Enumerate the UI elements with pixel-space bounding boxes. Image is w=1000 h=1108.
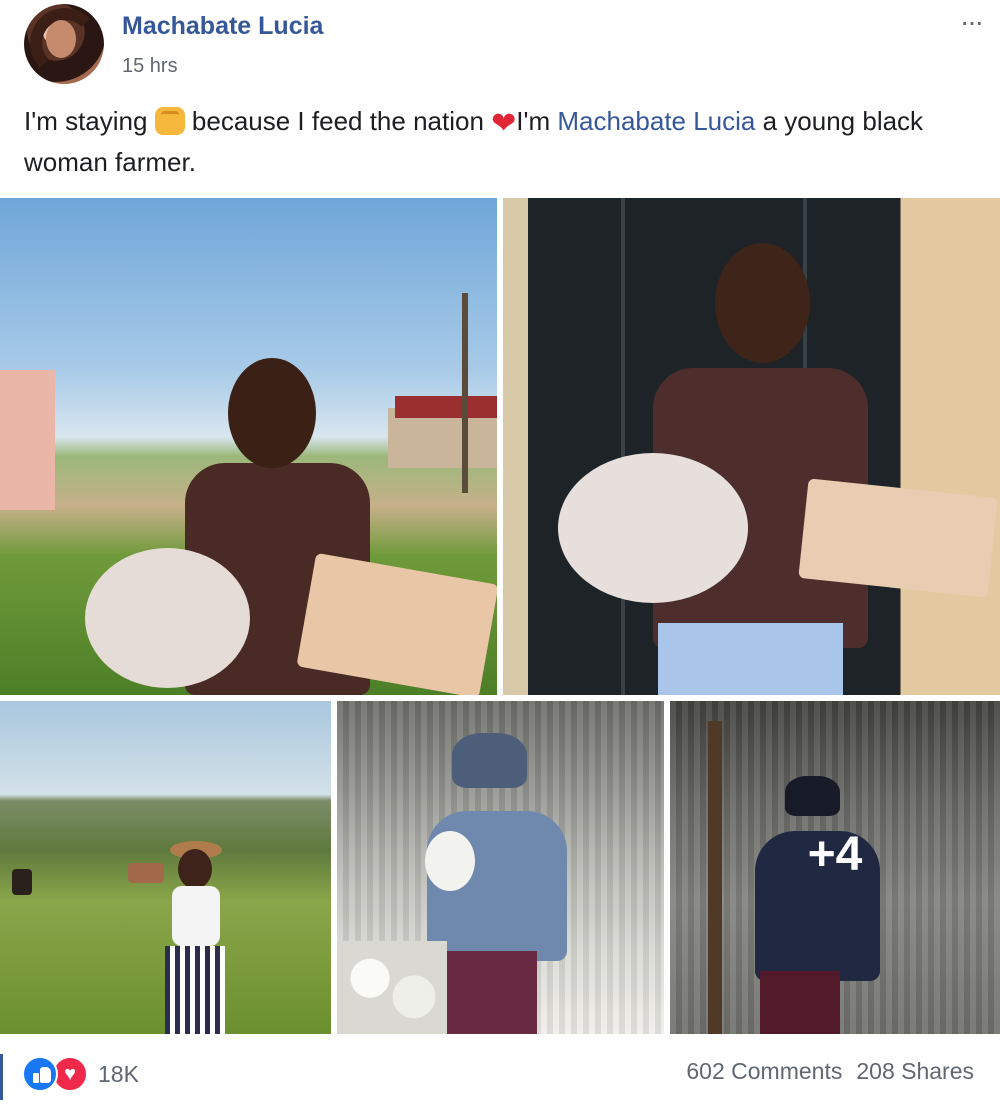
head-shape [228,358,316,468]
like-reaction-icon [22,1056,58,1092]
author-name[interactable]: Machabate Lucia [122,12,323,41]
mention-link[interactable]: Machabate Lucia [557,106,755,136]
photo-woman-with-chickens[interactable] [337,701,664,1034]
house-roof-shape [395,396,497,418]
more-photos-overlay[interactable]: +4 [670,701,1000,1034]
house-shape [0,370,55,510]
jeans-shape [658,623,843,695]
photo-woman-in-field[interactable] [0,701,331,1034]
pants-shape [165,946,225,1034]
post-text-part2: because I feed the nation [184,106,492,136]
egg-tray-shape [798,478,998,598]
pole-shape [462,293,468,493]
engagement-stats: 602 Comments 208 Shares [686,1058,974,1085]
more-photos-count[interactable]: +4 [808,827,863,882]
shares-count[interactable]: 208 Shares [856,1058,974,1085]
post-text-part1: I'm staying [24,106,155,136]
red-heart-icon: ❤ [491,107,517,140]
post-footer: ♥ 18K 602 Comments 208 Shares [0,1034,1000,1108]
bowl-shape [85,548,250,688]
author-avatar[interactable] [24,4,104,84]
cow-shape [128,863,164,883]
more-options-icon[interactable]: ··· [960,6,984,38]
post-text: I'm staying because I feed the nation ❤I… [24,102,974,181]
bowl-shape [558,453,748,603]
hat-shape [452,733,527,788]
raised-fist-icon [154,107,185,135]
chicken-shape [425,831,475,891]
cow-shape [12,869,32,895]
reactions-summary[interactable]: ♥ 18K [22,1056,139,1092]
chickens-floor-shape [337,941,447,1034]
comments-count[interactable]: 602 Comments [686,1058,842,1085]
avatar-face [46,20,76,58]
post-header: Machabate Lucia 15 hrs ··· [0,0,1000,90]
photo-grid: +4 [0,198,1000,1034]
post-timestamp[interactable]: 15 hrs [122,55,178,78]
head-shape [178,849,212,889]
photo-woman-with-eggs-at-door[interactable] [503,198,1000,695]
head-shape [715,243,810,363]
reaction-count[interactable]: 18K [98,1061,139,1088]
post-text-part3: I'm [516,106,558,136]
footer-accent-bar [0,1054,3,1100]
photo-woman-with-eggs-outdoors[interactable] [0,198,497,695]
pants-shape [447,951,537,1034]
door-line-shape [621,198,625,695]
shirt-shape [172,886,220,946]
